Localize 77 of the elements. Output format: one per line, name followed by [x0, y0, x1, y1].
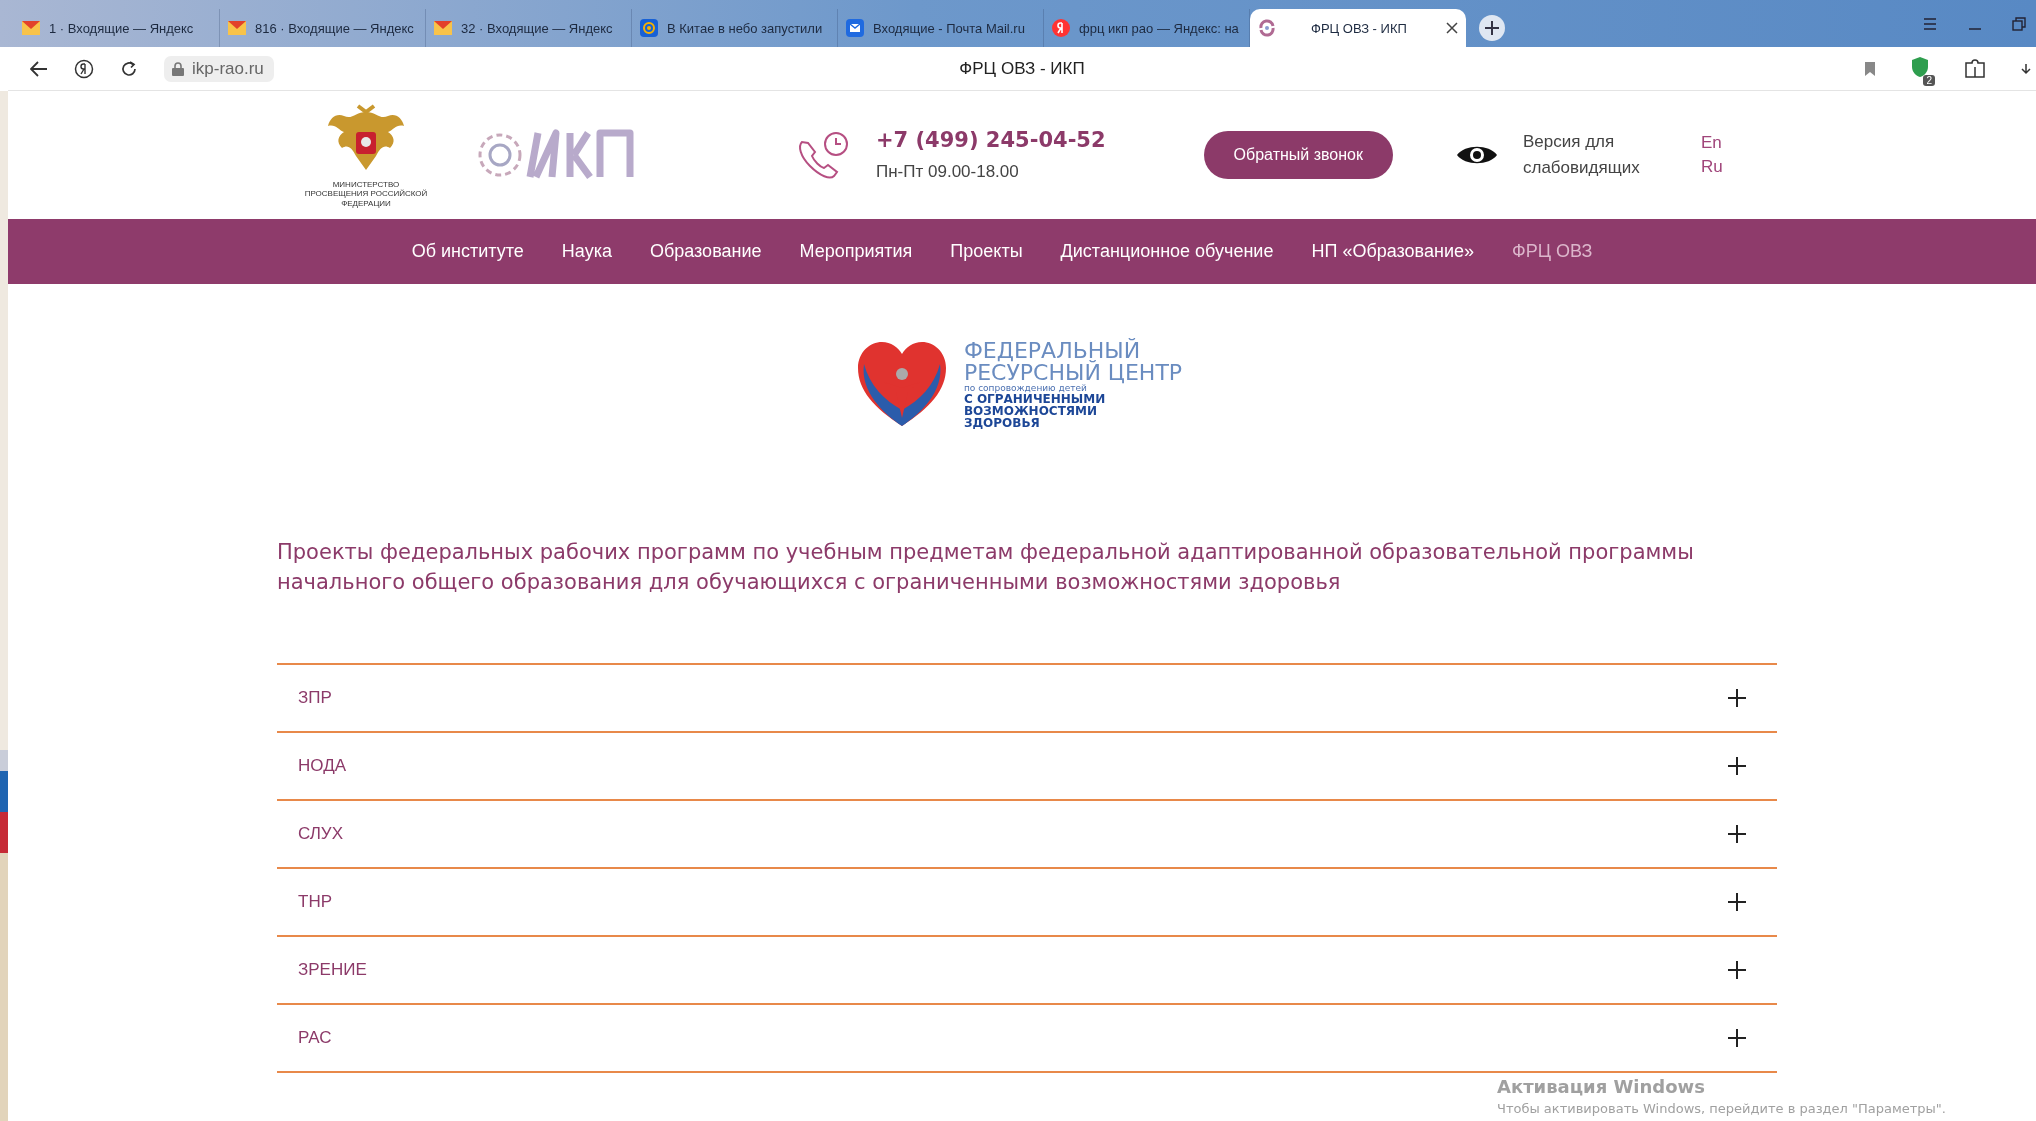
menu-icon[interactable]: [1922, 16, 1938, 31]
lock-icon: [172, 61, 184, 76]
accordion-label: НОДА: [298, 756, 346, 776]
tab-title: В Китае в небо запустили: [667, 20, 824, 36]
plus-icon[interactable]: [1727, 892, 1747, 912]
logo-text: ФЕДЕРАЛЬНЫЙ: [963, 339, 1142, 362]
page-title: ФРЦ ОВЗ - ИКП: [959, 58, 1085, 78]
logo-text: ЗДОРОВЬЯ: [963, 416, 1041, 429]
plus-icon[interactable]: [1727, 756, 1747, 776]
browser-tab[interactable]: 32 · Входящие — Яндекс: [426, 9, 632, 47]
tab-title: ФРЦ ОВЗ - ИКП: [1310, 20, 1408, 36]
nav-link[interactable]: ФРЦ ОВЗ: [1511, 241, 1593, 262]
language-link[interactable]: En: [1700, 133, 1723, 153]
accordion-item[interactable]: ЗПР: [277, 665, 1777, 733]
nav-link[interactable]: Наука: [561, 241, 612, 262]
nav-link[interactable]: НП «Образование»: [1311, 241, 1474, 262]
plus-icon[interactable]: [1727, 824, 1747, 844]
phone-number[interactable]: +7 (499) 245-04-52: [876, 128, 1106, 152]
puzzle-icon[interactable]: [1964, 58, 1986, 79]
windows-activation-text: Чтобы активировать Windows, перейдите в раздел "Параметры".: [1497, 1100, 1946, 1117]
envelope-icon: [228, 21, 246, 35]
url-field[interactable]: ikp-rao.ru: [164, 55, 274, 82]
restore-icon[interactable]: [2012, 16, 2026, 31]
browser-tab[interactable]: 1 · Входящие — Яндекс: [14, 9, 220, 47]
accordion-label: ЗПР: [298, 688, 332, 708]
low-vision-version-link[interactable]: Версия для слабовидящих: [1522, 129, 1663, 181]
envelope-icon: [22, 21, 40, 35]
browser-tab[interactable]: ФРЦ ОВЗ - ИКП: [1250, 9, 1466, 47]
language-link[interactable]: Ru: [1700, 157, 1723, 177]
logo-text: С ОГРАНИЧЕННЫМИ: [963, 392, 1107, 405]
tab-title: 1 · Входящие — Яндекс: [49, 20, 195, 36]
reload-icon[interactable]: [120, 59, 138, 78]
nav-link[interactable]: Мероприятия: [799, 241, 913, 262]
logo-text: ВОЗМОЖНОСТЯМИ: [963, 404, 1099, 417]
logo-text: по сопровождению детей: [963, 383, 1087, 393]
tab-title: 32 · Входящие — Яндекс: [461, 20, 614, 36]
envelope-icon: [846, 19, 864, 37]
logo-text: РЕСУРСНЫЙ ЦЕНТР: [963, 361, 1183, 384]
download-icon[interactable]: [2020, 61, 2032, 76]
shield-icon[interactable]: [1910, 55, 1930, 78]
browser-tab[interactable]: 816 · Входящие — Яндекс: [220, 9, 426, 47]
browser-tab[interactable]: Входящие - Почта Mail.ru: [838, 9, 1044, 47]
plus-icon[interactable]: [1727, 960, 1747, 980]
browser-tab[interactable]: фрц икп рао — Яндекс: на: [1044, 9, 1250, 47]
accordion-label: СЛУХ: [298, 824, 343, 844]
bookmark-icon[interactable]: [1864, 60, 1876, 77]
accordion-item[interactable]: СЛУХ: [277, 801, 1777, 869]
plus-icon[interactable]: [1727, 1028, 1747, 1048]
accordion-item[interactable]: ТНР: [277, 869, 1777, 937]
callback-button[interactable]: Обратный звонок: [1203, 131, 1393, 179]
working-hours: Пн-Пт 09.00-18.00: [876, 162, 1020, 182]
windows-activation-title: Активация Windows: [1497, 1076, 1706, 1098]
tab-title: фрц икп рао — Яндекс: на: [1079, 20, 1240, 36]
plus-icon[interactable]: [1727, 688, 1747, 708]
browser-tab[interactable]: В Китае в небо запустили: [632, 9, 838, 47]
accordion-label: РАС: [298, 1028, 332, 1048]
nav-link[interactable]: Дистанционное обучение: [1060, 241, 1274, 262]
nav-link[interactable]: Образование: [649, 241, 762, 262]
accordion-label: ЗРЕНИЕ: [298, 960, 367, 980]
accordion-item[interactable]: ЗРЕНИЕ: [277, 937, 1777, 1005]
close-icon[interactable]: [1446, 22, 1458, 34]
letter-ya-icon[interactable]: [74, 58, 94, 79]
count-badge: 2: [1923, 74, 1935, 86]
swirl-logo-icon: [1258, 19, 1276, 37]
envelope-icon: [434, 21, 452, 35]
plus-icon[interactable]: [1478, 14, 1506, 42]
tab-title: 816 · Входящие — Яндекс: [255, 20, 415, 36]
page-heading: Проекты федеральных рабочих программ по учебным предметам федеральной адаптированной образовательной программы начального общего образования для обучающихся с ограниченными возможностями здоровья: [277, 539, 1695, 596]
tab-title: Входящие - Почта Mail.ru: [873, 20, 1026, 36]
ministry-caption: МИНИСТЕРСТВО ПРОСВЕЩЕНИЯ РОССИЙСКОЙ ФЕДЕРАЦИИ: [303, 180, 429, 208]
accordion-item[interactable]: РАС: [277, 1005, 1777, 1073]
nav-link[interactable]: Проекты: [950, 241, 1023, 262]
letter-ya-icon: [1052, 19, 1070, 37]
nav-link[interactable]: Об институте: [411, 241, 524, 262]
back-arrow-icon[interactable]: [30, 60, 48, 77]
accordion-label: ТНР: [298, 892, 332, 912]
accordion-item[interactable]: НОДА: [277, 733, 1777, 801]
